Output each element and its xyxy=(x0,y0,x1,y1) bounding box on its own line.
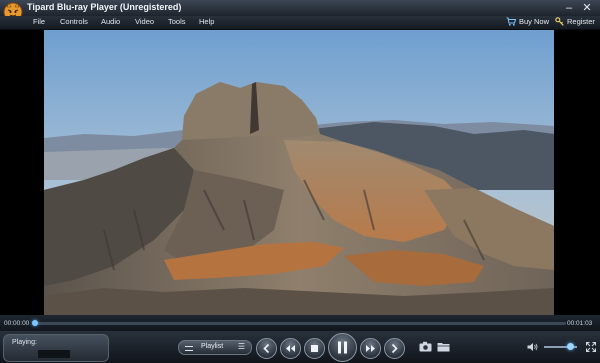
snapshot-camera-icon xyxy=(419,341,432,352)
cart-icon xyxy=(506,17,516,26)
fullscreen-icon xyxy=(586,342,596,352)
video-display-area[interactable] xyxy=(0,30,600,315)
seek-track[interactable] xyxy=(33,322,566,325)
register-label: Register xyxy=(567,17,595,26)
key-icon xyxy=(555,17,564,26)
fast-forward-button[interactable] xyxy=(360,338,381,359)
register-button[interactable]: Register xyxy=(555,17,595,26)
previous-chapter-icon xyxy=(263,343,270,354)
playing-label: Playing: xyxy=(12,339,37,346)
next-chapter-button[interactable] xyxy=(384,338,405,359)
list-icon: ☰ xyxy=(237,342,245,351)
snapshot-button[interactable] xyxy=(419,341,432,352)
playing-title-redacted xyxy=(38,350,70,358)
menu-tools[interactable]: Tools xyxy=(168,17,186,26)
now-playing-box: Playing: xyxy=(3,334,109,362)
playlist-label: Playlist xyxy=(201,343,224,350)
playlist-button[interactable]: Playlist ☰ xyxy=(178,340,252,355)
rewind-button[interactable] xyxy=(280,338,301,359)
open-folder-icon xyxy=(437,343,450,352)
menu-help[interactable]: Help xyxy=(199,17,214,26)
menu-controls[interactable]: Controls xyxy=(60,17,88,26)
menu-file[interactable]: File xyxy=(33,17,45,26)
menu-bar: File Controls Audio Video Tools Help Buy… xyxy=(0,16,600,30)
control-bar: Playing: Playlist ☰ xyxy=(0,331,600,363)
menu-video[interactable]: Video xyxy=(135,17,154,26)
previous-chapter-button[interactable] xyxy=(256,338,277,359)
mute-button[interactable] xyxy=(527,342,538,352)
video-frame-mountain xyxy=(44,30,554,315)
seek-bar-area: 00:00:00 00:01:03 xyxy=(0,315,600,331)
pause-button[interactable] xyxy=(328,333,357,362)
volume-slider-handle[interactable] xyxy=(566,343,574,350)
title-bar: Tipard Blu-ray Player (Unregistered) – ✕ xyxy=(0,0,600,22)
volume-speaker-icon xyxy=(527,343,538,351)
pause-icon xyxy=(338,341,347,354)
minus-bar-icon xyxy=(185,346,193,351)
fast-forward-icon xyxy=(366,345,375,352)
buy-now-button[interactable]: Buy Now xyxy=(506,17,549,26)
close-button[interactable]: ✕ xyxy=(580,1,594,15)
open-file-button[interactable] xyxy=(437,341,450,352)
current-time: 00:00:00 xyxy=(4,320,30,327)
seek-handle[interactable] xyxy=(31,320,38,326)
buy-now-label: Buy Now xyxy=(519,17,550,26)
stop-icon xyxy=(311,345,318,352)
rewind-icon xyxy=(286,345,295,352)
minimize-button[interactable]: – xyxy=(562,1,576,15)
menu-audio[interactable]: Audio xyxy=(101,17,120,26)
window-title: Tipard Blu-ray Player (Unregistered) xyxy=(27,2,182,12)
fullscreen-button[interactable] xyxy=(586,342,596,352)
stop-button[interactable] xyxy=(304,338,325,359)
next-chapter-icon xyxy=(391,343,398,354)
total-time: 00:01:03 xyxy=(567,320,593,327)
